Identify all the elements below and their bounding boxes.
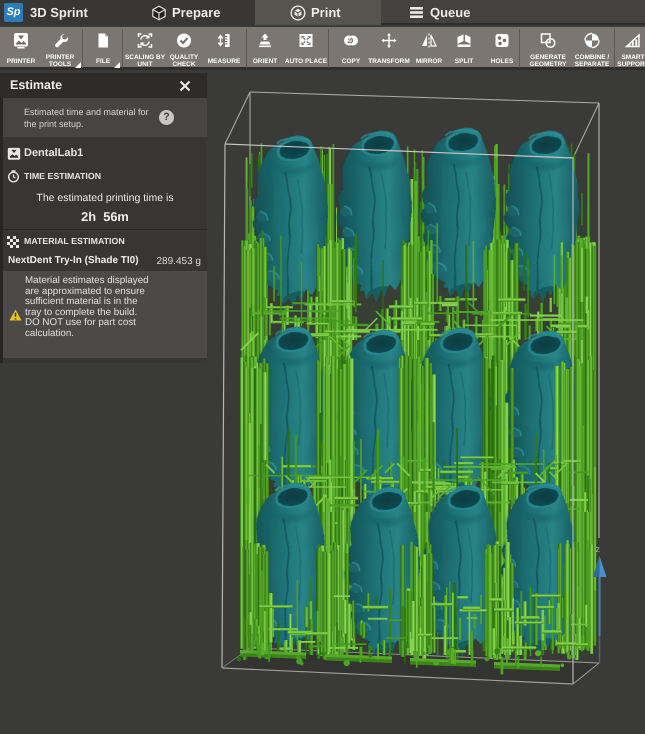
svg-text:z: z [596, 544, 601, 554]
svg-text:2: 2 [348, 38, 352, 45]
